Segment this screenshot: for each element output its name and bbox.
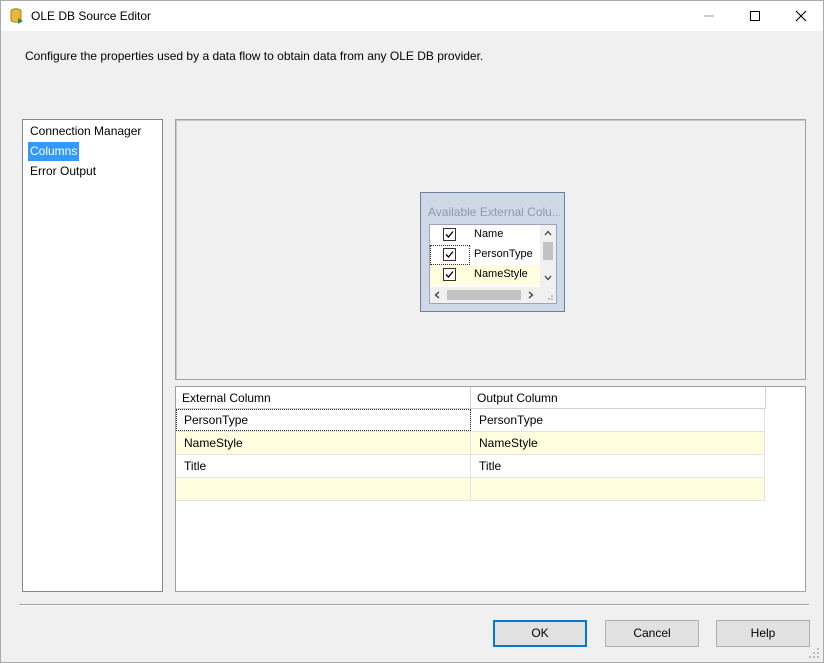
maximize-button[interactable] bbox=[732, 1, 778, 31]
ok-button[interactable]: OK bbox=[493, 620, 587, 647]
scroll-down-icon[interactable] bbox=[544, 275, 552, 281]
checkmark-icon bbox=[445, 231, 454, 238]
external-column-cell[interactable]: Title bbox=[176, 455, 471, 477]
column-item-name[interactable]: Name bbox=[430, 225, 540, 245]
table-row-new[interactable] bbox=[176, 478, 765, 501]
list-size-grip[interactable] bbox=[540, 287, 556, 303]
scroll-right-icon[interactable] bbox=[528, 291, 534, 299]
description-text: Configure the properties used by a data … bbox=[25, 49, 484, 63]
nav-item-columns[interactable]: Columns bbox=[28, 142, 80, 161]
dialog-window: OLE DB Source Editor Configure the prope… bbox=[0, 0, 824, 663]
resize-grip-icon bbox=[548, 295, 553, 300]
scroll-thumb[interactable] bbox=[447, 290, 521, 300]
column-item-label: NameStyle bbox=[474, 268, 528, 280]
nav-item-error-output[interactable]: Error Output bbox=[28, 162, 98, 181]
output-column-cell[interactable]: NameStyle bbox=[471, 432, 765, 454]
cancel-button[interactable]: Cancel bbox=[605, 620, 699, 647]
table-row[interactable]: PersonType PersonType bbox=[176, 409, 765, 432]
external-column-cell[interactable]: PersonType bbox=[176, 409, 471, 431]
column-item-label: Name bbox=[474, 228, 504, 240]
column-mapping-grid[interactable]: External Column Output Column PersonType… bbox=[175, 386, 806, 592]
column-item-namestyle[interactable]: NameStyle bbox=[430, 265, 540, 285]
focus-rect bbox=[430, 245, 470, 265]
column-checkbox[interactable] bbox=[443, 228, 456, 241]
header-external-column[interactable]: External Column bbox=[176, 387, 471, 409]
close-icon bbox=[795, 10, 807, 22]
output-column-cell[interactable]: PersonType bbox=[471, 409, 765, 431]
header-output-column[interactable]: Output Column bbox=[471, 387, 766, 409]
output-column-cell[interactable] bbox=[471, 478, 765, 500]
database-source-icon bbox=[10, 8, 23, 24]
external-column-cell[interactable]: NameStyle bbox=[176, 432, 471, 454]
checkmark-icon bbox=[445, 271, 454, 278]
column-item-persontype[interactable]: PersonType bbox=[430, 245, 540, 265]
maximize-icon bbox=[750, 11, 760, 21]
table-row[interactable]: Title Title bbox=[176, 455, 765, 478]
title-bar[interactable]: OLE DB Source Editor bbox=[1, 1, 823, 31]
scroll-left-icon[interactable] bbox=[434, 291, 440, 299]
footer-separator bbox=[19, 604, 809, 606]
window-resize-grip-icon[interactable] bbox=[808, 647, 820, 659]
vertical-scrollbar[interactable] bbox=[540, 225, 556, 287]
scroll-up-icon[interactable] bbox=[544, 230, 552, 236]
scroll-thumb[interactable] bbox=[543, 242, 553, 260]
column-item-label: PersonType bbox=[474, 248, 533, 260]
close-button[interactable] bbox=[778, 1, 824, 31]
minimize-icon bbox=[704, 15, 714, 17]
page-navigation: Connection Manager Columns Error Output bbox=[22, 119, 163, 592]
available-columns-list[interactable]: Name PersonType NameStyle bbox=[429, 224, 557, 304]
nav-item-connection-manager[interactable]: Connection Manager bbox=[28, 122, 143, 141]
column-checkbox[interactable] bbox=[443, 268, 456, 281]
output-column-cell[interactable]: Title bbox=[471, 455, 765, 477]
help-button[interactable]: Help bbox=[716, 620, 810, 647]
horizontal-scrollbar[interactable] bbox=[430, 287, 540, 303]
available-external-columns-panel[interactable]: Available External Colu... Name PersonTy… bbox=[420, 192, 565, 312]
window-title: OLE DB Source Editor bbox=[31, 9, 152, 23]
available-columns-title: Available External Colu... bbox=[428, 205, 560, 219]
minimize-button[interactable] bbox=[686, 1, 732, 31]
external-column-cell[interactable] bbox=[176, 478, 471, 500]
table-row[interactable]: NameStyle NameStyle bbox=[176, 432, 765, 455]
